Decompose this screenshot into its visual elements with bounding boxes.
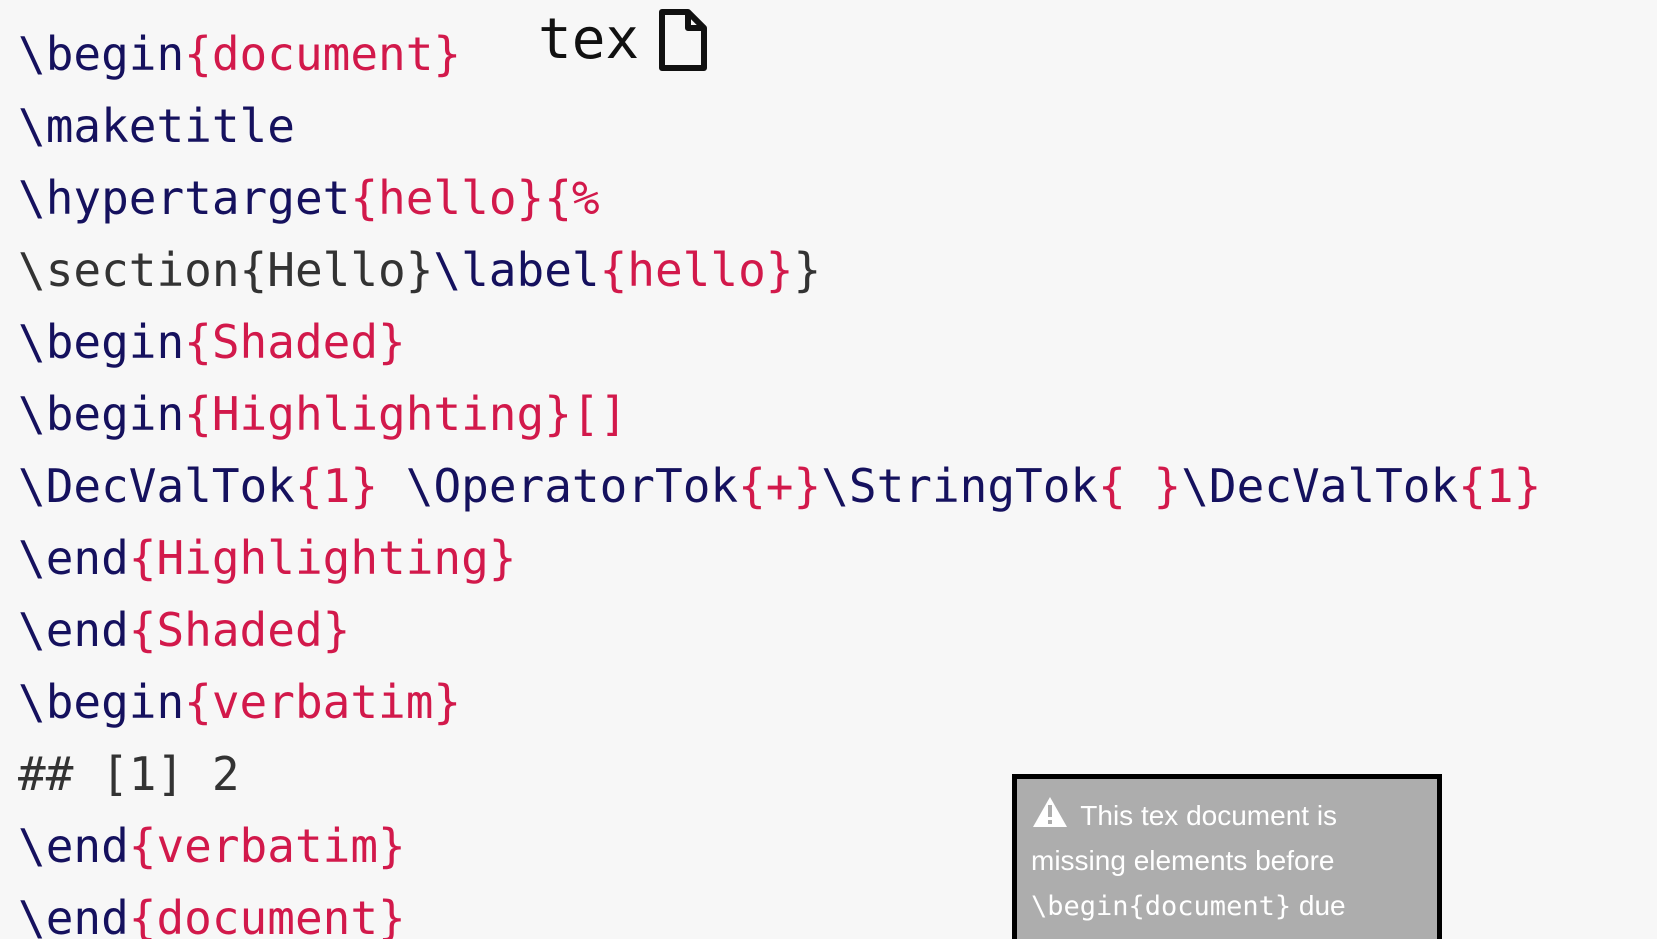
code-token: { }	[1098, 459, 1182, 513]
code-token: {document}	[184, 27, 462, 81]
code-token: \hypertarget	[18, 171, 351, 225]
code-token: \StringTok	[821, 459, 1099, 513]
code-line: \end{Shaded}	[18, 594, 1541, 666]
code-token: \end	[18, 531, 129, 585]
file-icon	[659, 9, 708, 71]
code-token: \OperatorTok	[405, 459, 739, 513]
code-line: \begin{verbatim}	[18, 666, 1541, 738]
tex-warning-notice: This tex document is missing elements be…	[1012, 774, 1442, 939]
code-token: \section{Hello}	[18, 243, 434, 297]
code-line: \maketitle	[18, 90, 1541, 162]
code-token: {verbatim}	[184, 675, 462, 729]
code-token: \begin	[18, 387, 185, 441]
code-token: {hello}{%	[350, 171, 600, 225]
warning-text-continuation: due	[1298, 890, 1346, 921]
code-token: \begin	[18, 675, 185, 729]
code-token: ## [1] 2	[18, 747, 240, 801]
code-token: {Highlighting}[]	[184, 387, 628, 441]
code-token: \DecValTok	[1181, 459, 1459, 513]
code-token: }	[793, 243, 822, 297]
code-token: {1}	[1458, 459, 1542, 513]
code-line: \section{Hello}\label{hello}}	[18, 234, 1541, 306]
warning-icon	[1033, 797, 1067, 827]
code-token: {hello}	[599, 243, 794, 297]
code-line: \DecValTok{1} \OperatorTok{+}\StringTok{…	[18, 450, 1541, 522]
warning-text: This tex document is missing elements be…	[1031, 800, 1338, 876]
code-token: \end	[18, 891, 129, 939]
code-view: \begin{document} \maketitle \hypertarget{h…	[0, 0, 1657, 939]
code-token: \DecValTok	[18, 459, 295, 513]
warning-code: \begin{document}	[1031, 891, 1292, 922]
code-token: \end	[18, 603, 129, 657]
code-line: \begin{Shaded}	[18, 306, 1541, 378]
code-token: \begin	[18, 27, 185, 81]
code-token: {Shaded}	[128, 603, 351, 657]
code-token: {Highlighting}	[128, 531, 517, 585]
code-token: {document}	[128, 891, 406, 939]
code-line: \hypertarget{hello}{%	[18, 162, 1541, 234]
file-header: tex	[538, 8, 709, 72]
code-token: {1}	[294, 459, 379, 513]
code-token: {verbatim}	[128, 819, 406, 873]
code-token: \begin	[18, 315, 185, 369]
code-token: \end	[18, 819, 129, 873]
code-token: {+}	[738, 459, 822, 513]
code-token: \maketitle	[18, 99, 295, 153]
code-line: \begin{Highlighting}[]	[18, 378, 1541, 450]
file-extension-label: tex	[538, 7, 640, 72]
code-line: \begin{document}	[18, 18, 1541, 90]
code-line: \end{Highlighting}	[18, 522, 1541, 594]
code-token: \label	[433, 243, 600, 297]
code-token: {Shaded}	[184, 315, 406, 369]
